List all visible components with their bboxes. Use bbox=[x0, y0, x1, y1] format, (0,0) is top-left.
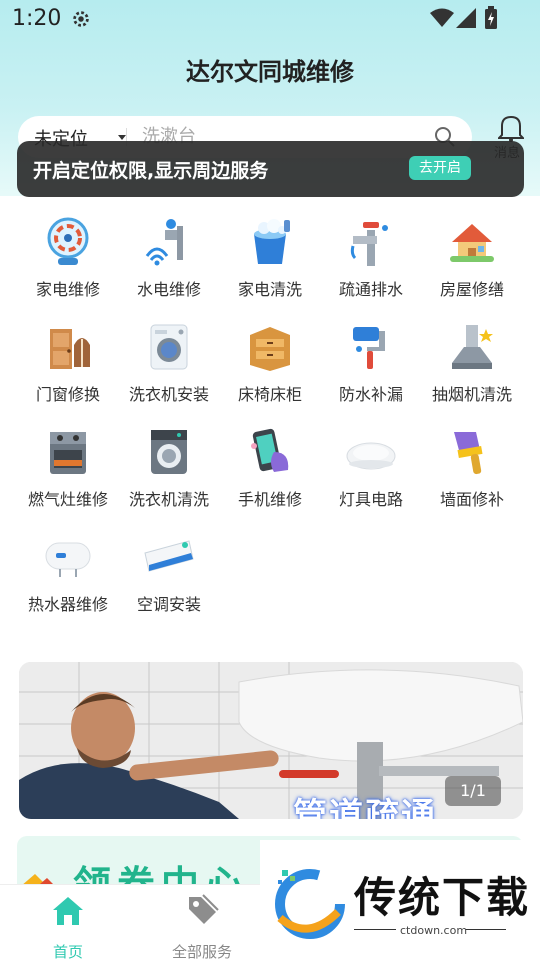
service-item[interactable]: 床椅床柜 bbox=[219, 313, 321, 413]
service-item[interactable]: 洗衣机安装 bbox=[118, 313, 220, 413]
bucket-icon bbox=[254, 219, 290, 264]
banner-overlay-text: 管道疏通 bbox=[293, 796, 437, 819]
status-bar: 1:20 bbox=[0, 0, 540, 38]
service-label: 门窗修换 bbox=[35, 385, 100, 404]
service-label: 床椅床柜 bbox=[237, 385, 302, 404]
faucet-wifi-icon bbox=[145, 219, 183, 266]
service-label: 水电维修 bbox=[136, 280, 201, 299]
gear-icon bbox=[73, 11, 89, 27]
phone-icon bbox=[251, 428, 289, 472]
fan-icon bbox=[47, 217, 89, 265]
service-item[interactable]: 疏通排水 bbox=[320, 208, 422, 308]
tab-home[interactable]: 首页 bbox=[8, 893, 128, 960]
toast-text: 开启定位权限,显示周边服务 bbox=[33, 160, 269, 182]
service-item[interactable]: 防水补漏 bbox=[320, 313, 422, 413]
promo-banner[interactable]: 管道疏通 1/1 bbox=[19, 662, 523, 819]
tab-all-services[interactable]: 全部服务 bbox=[142, 893, 262, 960]
ceiling-lamp-icon bbox=[346, 442, 396, 470]
washer-clean-icon bbox=[151, 430, 187, 474]
washing-machine-icon bbox=[150, 324, 188, 370]
watermark: 传统下载 ctdown.com bbox=[260, 840, 540, 960]
service-item[interactable]: 手机维修 bbox=[219, 418, 321, 518]
service-item[interactable]: 抽烟机清洗 bbox=[421, 313, 523, 413]
page-title: 达尔文同城维修 bbox=[186, 58, 354, 86]
service-label: 疏通排水 bbox=[338, 280, 403, 299]
cabinet-icon bbox=[250, 327, 290, 371]
battery-icon bbox=[485, 6, 497, 29]
tab-label: 全部服务 bbox=[171, 943, 232, 960]
gas-stove-icon bbox=[50, 432, 86, 474]
status-time: 1:20 bbox=[12, 6, 62, 31]
service-label: 热水器维修 bbox=[27, 595, 108, 614]
signal-icon bbox=[456, 8, 476, 28]
service-label: 防水补漏 bbox=[338, 385, 403, 404]
service-item[interactable]: 空调安装 bbox=[118, 523, 220, 623]
service-item[interactable]: 家电维修 bbox=[17, 208, 119, 308]
service-item[interactable]: 水电维修 bbox=[118, 208, 220, 308]
location-permission-toast: 开启定位权限,显示周边服务 去开启 bbox=[17, 141, 524, 197]
enable-location-button[interactable]: 去开启 bbox=[409, 156, 471, 180]
service-label: 洗衣机安装 bbox=[128, 385, 209, 404]
bell-icon bbox=[498, 115, 524, 142]
watermark-logo bbox=[275, 869, 345, 939]
service-item[interactable]: 燃气灶维修 bbox=[17, 418, 119, 518]
watermark-brand: 传统下载 bbox=[354, 873, 531, 922]
service-label: 手机维修 bbox=[237, 490, 302, 509]
house-icon bbox=[450, 224, 494, 262]
watermark-rule-left bbox=[354, 929, 396, 930]
water-heater-icon bbox=[45, 542, 91, 577]
service-item[interactable]: 房屋修缮 bbox=[421, 208, 523, 308]
bottom-tab-bar: 首页 全部服务 bbox=[0, 884, 260, 960]
tag-icon bbox=[189, 894, 219, 924]
wifi-icon bbox=[430, 8, 454, 27]
pipe-valve-icon bbox=[350, 222, 388, 266]
service-item[interactable]: 灯具电路 bbox=[320, 418, 422, 518]
service-label: 家电维修 bbox=[35, 280, 100, 299]
tab-label: 首页 bbox=[52, 943, 83, 960]
brush-icon bbox=[454, 432, 483, 475]
service-label: 空调安装 bbox=[136, 595, 201, 614]
service-label: 房屋修缮 bbox=[439, 280, 504, 299]
service-item[interactable]: 家电清洗 bbox=[219, 208, 321, 308]
page: 1:20 达尔文同城维修 未定位 消息 开启定位权限,显示周边服务 去开启 家电… bbox=[0, 0, 540, 960]
service-label: 燃气灶维修 bbox=[27, 490, 108, 509]
range-hood-icon bbox=[452, 325, 493, 369]
home-icon bbox=[53, 897, 83, 925]
service-item[interactable]: 门窗修换 bbox=[17, 313, 119, 413]
banner-page-counter: 1/1 bbox=[445, 776, 501, 806]
caret-down-icon[interactable] bbox=[118, 135, 126, 140]
service-label: 灯具电路 bbox=[338, 490, 403, 509]
door-window-icon bbox=[50, 329, 90, 369]
service-item[interactable]: 洗衣机清洗 bbox=[118, 418, 220, 518]
paint-roller-icon bbox=[353, 327, 385, 369]
watermark-url: ctdown.com bbox=[400, 924, 468, 937]
watermark-rule-right bbox=[466, 929, 506, 930]
service-item[interactable]: 热水器维修 bbox=[17, 523, 119, 623]
service-label: 家电清洗 bbox=[237, 280, 302, 299]
air-conditioner-icon bbox=[144, 540, 194, 572]
service-label: 墙面修补 bbox=[439, 490, 504, 509]
service-label: 洗衣机清洗 bbox=[128, 490, 209, 509]
service-item[interactable]: 墙面修补 bbox=[421, 418, 523, 518]
service-label: 抽烟机清洗 bbox=[431, 385, 512, 404]
